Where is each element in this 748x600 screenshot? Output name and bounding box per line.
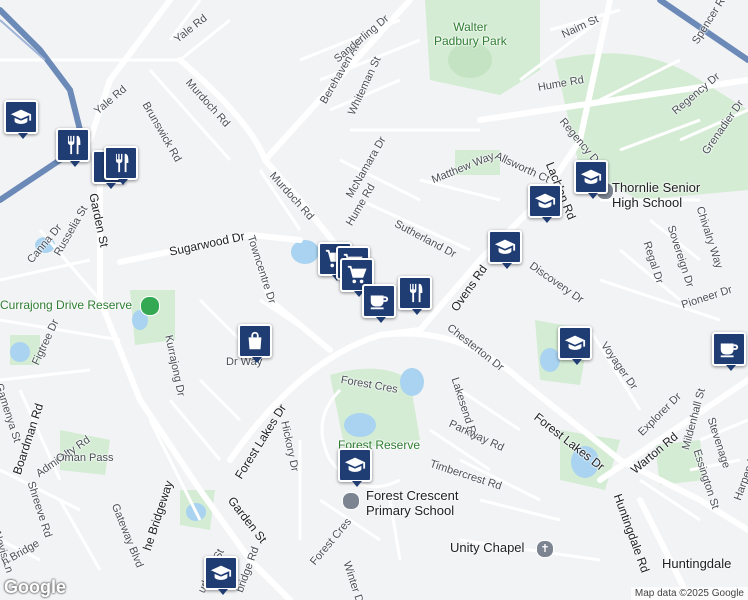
school-label-thornlie-shs: Thornlie Senior High School [612, 180, 701, 210]
map-viewport[interactable]: Yale Rd Yale Rd Murdoch Rd Murdoch Rd Be… [0, 0, 748, 600]
road-label-oman-pass: Oman Pass [56, 452, 114, 464]
cafe-marker[interactable] [362, 284, 396, 323]
school-poi-icon[interactable] [342, 492, 360, 510]
graduation-cap-icon [210, 562, 232, 584]
coffee-cup-icon [368, 290, 390, 312]
church-poi-icon[interactable]: ✝ [536, 540, 554, 558]
park-poi-icon[interactable] [140, 296, 160, 316]
graduation-cap-icon [564, 332, 586, 354]
school-marker[interactable] [558, 326, 592, 365]
restaurant-marker[interactable] [104, 146, 138, 185]
coffee-cup-icon [718, 338, 740, 360]
graduation-cap-icon [494, 236, 516, 258]
school-marker[interactable] [338, 448, 372, 487]
school-marker[interactable] [204, 556, 238, 595]
graduation-cap-icon [344, 454, 366, 476]
suburb-label-huntingdale: Huntingdale [662, 556, 732, 571]
school-label-forest-crescent-ps: Forest Crescent Primary School [366, 488, 459, 518]
cafe-marker[interactable] [712, 332, 746, 371]
google-logo: Google [4, 577, 66, 597]
park-label-walter-padbury: Walter Padbury Park [434, 20, 507, 48]
school-marker[interactable] [488, 230, 522, 269]
shopping-bag-icon [244, 330, 266, 352]
graduation-cap-icon [10, 106, 32, 128]
graduation-cap-icon [534, 190, 556, 212]
park-label-currajong-reserve: Currajong Drive Reserve [0, 298, 133, 312]
poi-label-unity-chapel: Unity Chapel [450, 540, 525, 555]
shop-marker[interactable] [238, 324, 272, 363]
graduation-cap-icon [580, 166, 602, 188]
fork-knife-icon [404, 282, 426, 304]
fork-knife-icon [62, 134, 84, 156]
restaurant-marker[interactable] [56, 128, 90, 167]
restaurant-marker[interactable] [398, 276, 432, 315]
shopping-cart-icon [346, 264, 368, 286]
school-marker[interactable] [574, 160, 608, 199]
school-marker[interactable] [528, 184, 562, 223]
school-marker[interactable] [4, 100, 38, 139]
fork-knife-icon [110, 152, 132, 174]
map-attribution: Map data ©2025 Google [630, 587, 748, 600]
